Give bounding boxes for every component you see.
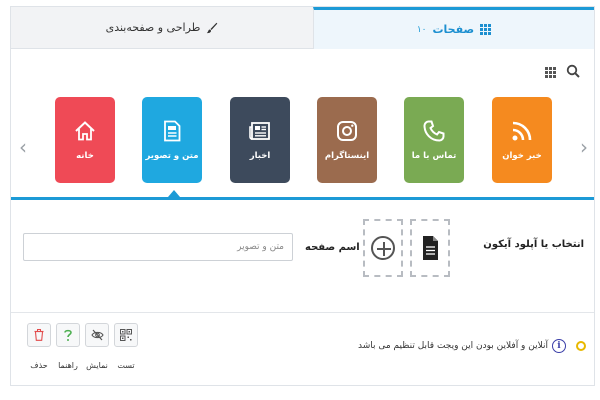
tile-label: متن و تصویر (145, 151, 199, 161)
instagram-icon (337, 121, 357, 141)
toggle-visibility-button[interactable] (85, 323, 109, 347)
tab-design[interactable]: طراحی و صفحه‌بندی (11, 7, 313, 49)
qr-icon (120, 329, 132, 341)
home-icon (75, 121, 95, 141)
page-name-input[interactable] (23, 233, 293, 261)
carousel-prev-arrow[interactable]: ‹ (19, 135, 27, 159)
tab-pages-label: صفحات (432, 23, 475, 36)
help-icon (64, 329, 72, 341)
section-divider (11, 197, 594, 200)
rss-icon (512, 121, 532, 141)
help-button-label: راهنما (58, 361, 78, 370)
phone-icon (423, 120, 445, 142)
carousel-next-arrow[interactable]: › (580, 135, 588, 159)
grid-icon (480, 24, 492, 35)
icon-upload-label: انتخاب یا آپلود آیکون (483, 239, 584, 250)
info-icon[interactable]: i (552, 339, 566, 353)
tab-bar: طراحی و صفحه‌بندی ۱۰ صفحات (11, 7, 594, 49)
selected-icon-box[interactable] (410, 219, 450, 277)
tile-contact-us[interactable]: تماس با ما (404, 97, 464, 183)
footer-divider (11, 312, 594, 313)
tile-label: خبر خوان (502, 151, 542, 161)
plus-circle-icon (371, 236, 395, 260)
search-icon[interactable] (566, 64, 580, 78)
document-icon (164, 120, 181, 142)
delete-button-label: حذف (30, 361, 48, 370)
eye-off-icon (90, 329, 104, 341)
widget-panel: طراحی و صفحه‌بندی ۱۰ صفحات ‹ › خبر خو (10, 6, 595, 386)
tile-text-and-image[interactable]: متن و تصویر (142, 97, 202, 183)
tile-news[interactable]: اخبار (230, 97, 290, 183)
tile-instagram[interactable]: اینستاگرام (317, 97, 377, 183)
selected-tile-indicator (168, 190, 180, 197)
tab-pages[interactable]: ۱۰ صفحات (313, 7, 594, 49)
test-button[interactable] (114, 323, 138, 347)
brush-icon (207, 22, 218, 33)
test-button-label: تست (117, 361, 135, 370)
tile-label: اینستاگرام (324, 151, 370, 161)
tile-home[interactable]: خانه (55, 97, 115, 183)
help-button[interactable] (56, 323, 80, 347)
tile-label: تماس با ما (411, 151, 457, 161)
tab-design-label: طراحی و صفحه‌بندی (105, 21, 201, 34)
tile-label: خانه (76, 151, 94, 161)
tile-rss-reader[interactable]: خبر خوان (492, 97, 552, 183)
document-icon (423, 236, 438, 260)
page-name-label: اسم صفحه (305, 242, 360, 253)
upload-icon-button[interactable] (363, 219, 403, 277)
show-button-label: نمایش (86, 361, 108, 370)
delete-button[interactable] (27, 323, 51, 347)
info-note-text: آنلاین و آفلاین بودن این ویجت قابل تنظیم… (358, 341, 548, 351)
pages-count-badge: ۱۰ (416, 24, 427, 35)
status-dot-icon (576, 341, 586, 351)
newspaper-icon (249, 122, 270, 140)
apps-grid-icon[interactable] (545, 67, 556, 78)
info-note: i آنلاین و آفلاین بودن این ویجت قابل تنظ… (358, 339, 586, 353)
tile-label: اخبار (249, 151, 271, 161)
trash-icon (34, 329, 44, 341)
